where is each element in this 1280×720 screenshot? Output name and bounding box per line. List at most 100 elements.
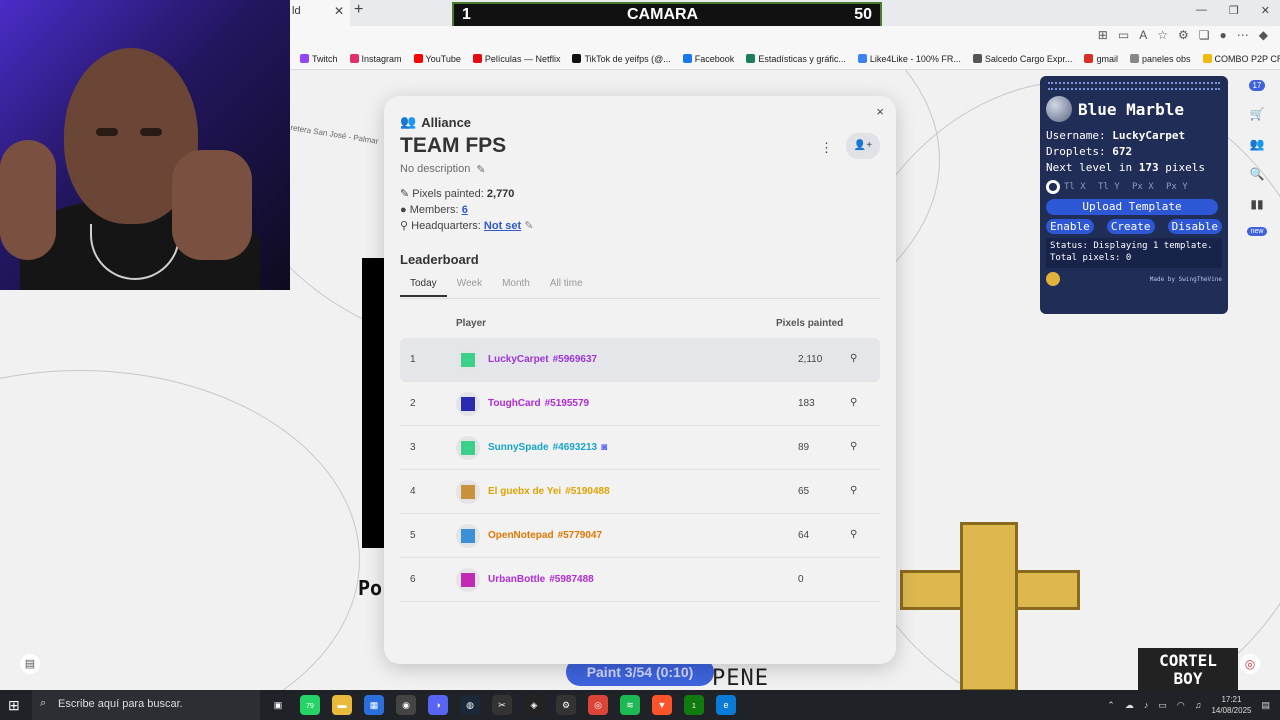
bookmark-item[interactable]: Twitch — [300, 54, 338, 64]
location-pin-icon[interactable]: ⚲ — [850, 529, 857, 540]
bookmark-item[interactable]: COMBO P2P CREAT... — [1202, 54, 1280, 64]
leaderboard-icon[interactable]: ▮▮ — [1250, 197, 1263, 211]
tab-today[interactable]: Today — [400, 276, 447, 297]
bookmark-item[interactable]: Salcedo Cargo Expr... — [972, 54, 1072, 64]
table-row[interactable]: 2 ToughCard #5195579 183 ⚲ — [400, 382, 880, 426]
more-options-icon[interactable]: ⋮ — [820, 140, 833, 156]
coin-icon[interactable] — [1046, 272, 1060, 286]
player-name[interactable]: SunnySpade #4693213 ◙ — [488, 442, 607, 453]
next-level-suffix: pixels — [1165, 161, 1205, 174]
taskbar-search-input[interactable]: ⌕ Escribe aquí para buscar. — [32, 690, 260, 720]
player-name[interactable]: OpenNotepad #5779047 — [488, 530, 602, 541]
invite-member-button[interactable]: 👤+ — [846, 133, 880, 159]
collections-icon[interactable]: ❏ — [1199, 28, 1210, 42]
task-view-icon[interactable]: ▣ — [268, 695, 288, 715]
close-icon[interactable]: × — [876, 104, 884, 119]
tab-month[interactable]: Month — [492, 276, 540, 297]
discord-icon[interactable]: ◑ — [428, 695, 448, 715]
store-icon[interactable]: ▦ — [364, 695, 384, 715]
location-pin-icon[interactable]: ⚲ — [850, 353, 857, 364]
xbox-icon[interactable]: 1 — [684, 695, 704, 715]
windows-start-icon[interactable]: ⊞ — [8, 697, 20, 714]
tab-week[interactable]: Week — [447, 276, 492, 297]
bookmark-item[interactable]: YouTube — [413, 54, 461, 64]
split-screen-icon[interactable]: ▭ — [1118, 28, 1129, 42]
new-tab-button[interactable]: + — [354, 1, 363, 19]
notifications-icon[interactable]: ▤ — [1261, 700, 1270, 711]
bookmark-item[interactable]: gmail — [1084, 54, 1118, 64]
favorite-star-icon[interactable]: ☆ — [1157, 28, 1168, 42]
more-menu-icon[interactable]: ⋯ — [1237, 28, 1249, 42]
player-name[interactable]: UrbanBottle #5987488 — [488, 574, 594, 585]
close-window-button[interactable]: ✕ — [1261, 4, 1270, 17]
cloud-icon[interactable]: ☁ — [1125, 700, 1134, 711]
network-icon[interactable]: ◠ — [1177, 700, 1185, 711]
tray-chevron-icon[interactable]: ⌃ — [1107, 700, 1115, 711]
edit-pencil-icon[interactable]: ✎ — [476, 163, 485, 176]
bookmark-item[interactable]: Películas — Netflix — [472, 54, 560, 64]
bookmark-item[interactable]: Estadísticas y gráfic... — [746, 54, 846, 64]
capcut-icon[interactable]: ✂ — [492, 695, 512, 715]
edge-icon[interactable]: e — [716, 695, 736, 715]
edit-pencil-icon[interactable]: ✎ — [524, 220, 533, 232]
profile-avatar[interactable]: ● — [1220, 28, 1227, 42]
app-icon[interactable]: ◈ — [524, 695, 544, 715]
disable-button[interactable]: Disable — [1167, 219, 1222, 234]
player-name[interactable]: ToughCard #5195579 — [488, 398, 589, 409]
spotify-icon[interactable]: ≋ — [620, 695, 640, 715]
player-name[interactable]: LuckyCarpet #5969637 — [488, 354, 597, 365]
members-link[interactable]: 6 — [462, 204, 468, 216]
clock[interactable]: 17:21 14/08/2025 — [1211, 694, 1251, 716]
tab-all-time[interactable]: All time — [540, 276, 593, 297]
pin-icon[interactable]: ⬤ — [1046, 180, 1060, 194]
player-name[interactable]: El guebx de Yei #5190488 — [488, 486, 610, 497]
headquarters-link[interactable]: Not set — [484, 220, 521, 232]
pixel-y-input[interactable]: Px Y — [1166, 182, 1196, 192]
location-pin-icon[interactable]: ⚲ — [850, 441, 857, 452]
bookmark-item[interactable]: TikTok de yeifps (@... — [572, 54, 671, 64]
steam-icon[interactable]: ◍ — [460, 695, 480, 715]
obs-icon[interactable]: ◉ — [396, 695, 416, 715]
table-row[interactable]: 1 LuckyCarpet #5969637 2,110 ⚲ — [400, 338, 880, 382]
alliance-icon[interactable]: 👥 — [1250, 137, 1265, 151]
table-row[interactable]: 6 UrbanBottle #5987488 0 — [400, 558, 880, 602]
read-aloud-icon[interactable]: A — [1139, 28, 1147, 42]
search-location-icon[interactable]: 🔍 — [1250, 167, 1265, 181]
create-button[interactable]: Create — [1106, 219, 1155, 234]
bookmark-item[interactable]: paneles obs — [1129, 54, 1191, 64]
tile-x-input[interactable]: Tl X — [1064, 182, 1094, 192]
notifications-badge[interactable]: 17 — [1248, 80, 1266, 91]
bookmark-item[interactable]: Instagram — [349, 54, 402, 64]
whatsapp-icon[interactable]: 79 — [300, 695, 320, 715]
table-row[interactable]: 3 SunnySpade #4693213 ◙ 89 ⚲ — [400, 426, 880, 470]
chrome-icon[interactable]: ◎ — [588, 695, 608, 715]
status-textarea[interactable]: Status: Displaying 1 template. Total pix… — [1046, 238, 1222, 268]
table-row[interactable]: 4 El guebx de Yei #5190488 65 ⚲ — [400, 470, 880, 514]
file-explorer-icon[interactable]: ▬ — [332, 695, 352, 715]
globe-icon[interactable] — [1046, 96, 1072, 122]
enable-button[interactable]: Enable — [1046, 219, 1094, 234]
microphone-icon[interactable]: ♪ — [1144, 700, 1149, 710]
map-locate-icon[interactable]: ◎ — [1240, 654, 1260, 674]
pixel-x-input[interactable]: Px X — [1132, 182, 1162, 192]
tile-y-input[interactable]: Tl Y — [1098, 182, 1128, 192]
bookmark-item[interactable]: Like4Like - 100% FR... — [857, 54, 961, 64]
volume-icon[interactable]: ♫ — [1195, 700, 1202, 710]
table-row[interactable]: 5 OpenNotepad #5779047 64 ⚲ — [400, 514, 880, 558]
map-layers-icon[interactable]: ▤ — [20, 654, 40, 674]
extensions-icon[interactable]: ⚙ — [1178, 28, 1189, 42]
location-pin-icon[interactable]: ⚲ — [850, 485, 857, 496]
tab-close-icon[interactable]: ✕ — [334, 4, 344, 18]
location-pin-icon[interactable]: ⚲ — [850, 397, 857, 408]
brave-icon[interactable]: ▼ — [652, 695, 672, 715]
apps-icon[interactable]: ⊞ — [1098, 28, 1108, 42]
upload-template-button[interactable]: Upload Template — [1046, 199, 1218, 215]
settings-icon[interactable]: ⚙ — [556, 695, 576, 715]
bookmark-item[interactable]: Facebook — [682, 54, 734, 64]
restore-button[interactable]: ❐ — [1229, 4, 1239, 17]
store-icon[interactable]: 🛒 — [1250, 107, 1265, 121]
drag-handle[interactable] — [1048, 82, 1220, 90]
copilot-icon[interactable]: ◆ — [1259, 28, 1268, 42]
battery-icon[interactable]: ▭ — [1158, 700, 1167, 711]
minimize-button[interactable]: — — [1196, 4, 1207, 17]
